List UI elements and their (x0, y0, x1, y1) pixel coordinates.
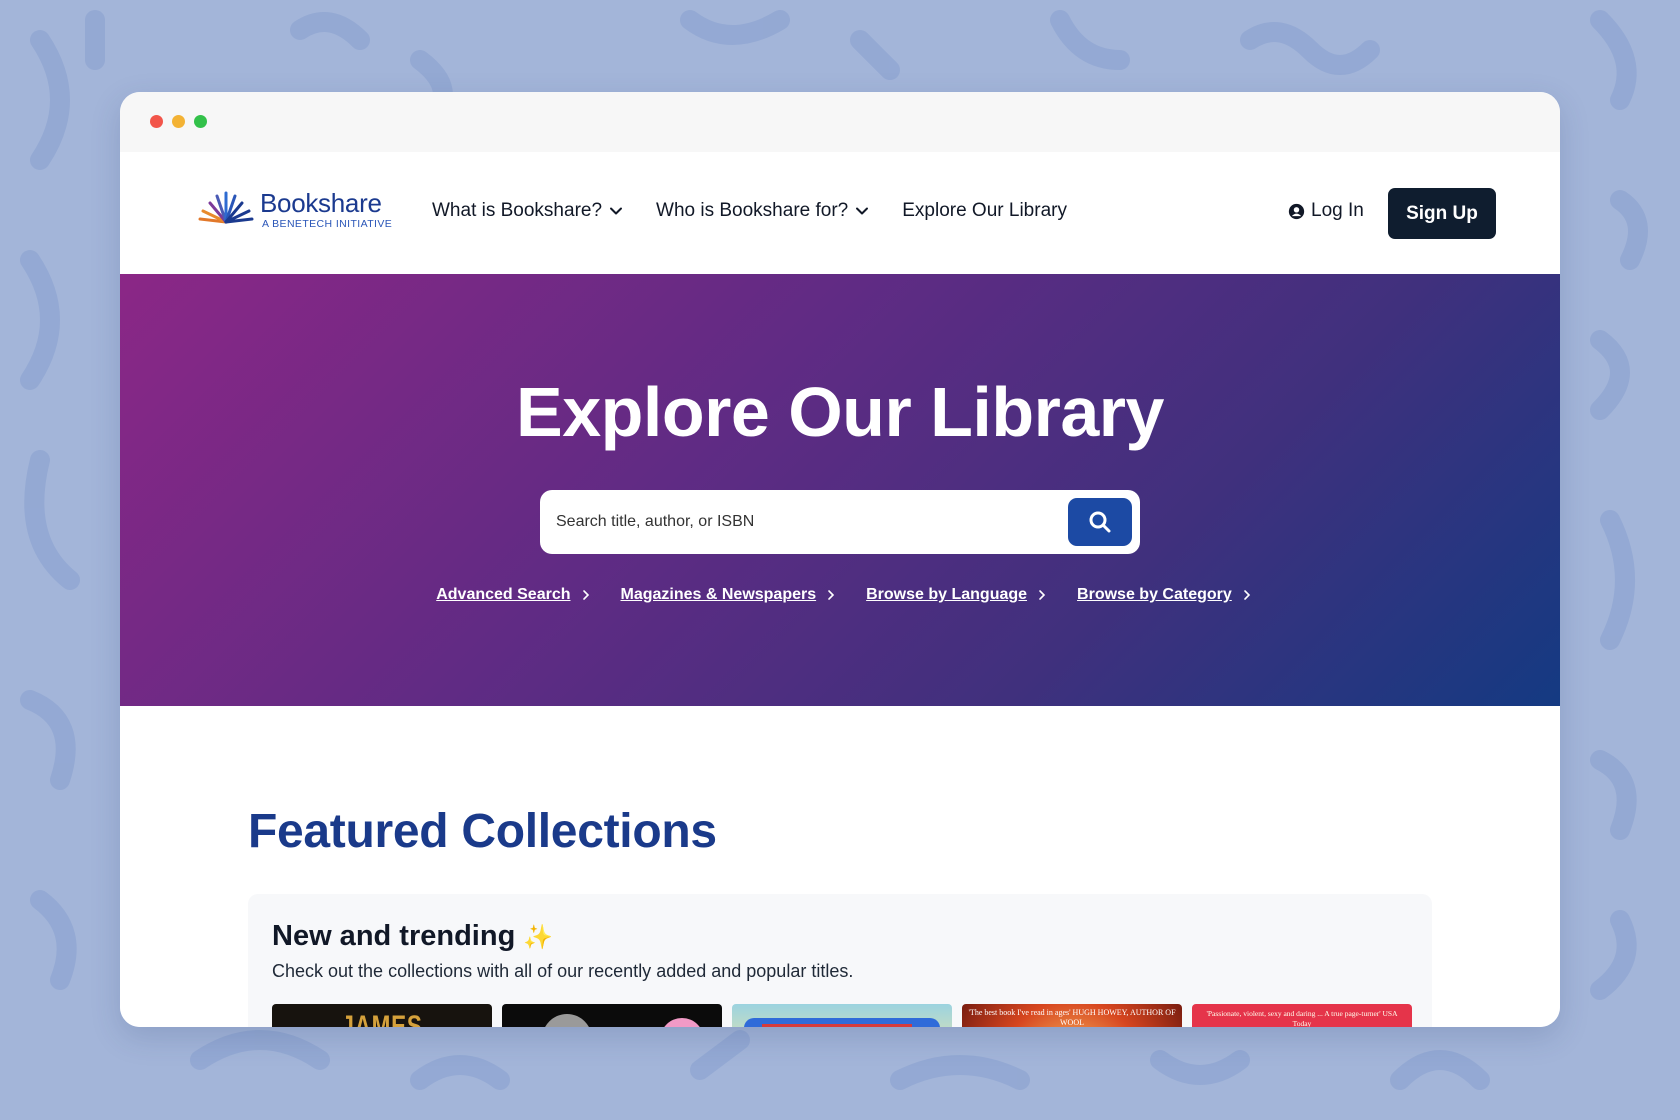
book-cover[interactable]: JAMES PATTERSON (272, 1004, 492, 1027)
main-navigation: What is Bookshare? Who is Bookshare for?… (432, 200, 1067, 222)
browse-by-language-link[interactable]: Browse by Language (866, 586, 1047, 604)
user-circle-icon (1288, 203, 1305, 219)
bookshare-logo[interactable]: Bookshare A BENETECH INITIATIVE (198, 190, 392, 230)
chevron-right-icon (1039, 590, 1046, 600)
cover-art (762, 1024, 912, 1027)
close-window-button[interactable] (150, 115, 163, 128)
advanced-search-link[interactable]: Advanced Search (436, 586, 590, 604)
collection-title: New and trending ✨ (272, 920, 553, 953)
book-cover-text: 'The best book I've read in ages' HUGH H… (968, 1008, 1176, 1027)
chevron-down-icon (856, 207, 869, 215)
browse-by-language-label: Browse by Language (866, 586, 1028, 603)
book-fan-icon (198, 191, 254, 224)
book-cover[interactable]: 'Passionate, violent, sexy and daring ..… (1192, 1004, 1412, 1027)
nav-who-is-bookshare-for-label: Who is Bookshare for? (656, 200, 849, 221)
login-label: Log In (1311, 200, 1364, 221)
featured-collections-section: Featured Collections New and trending ✨ … (120, 706, 1560, 1027)
collection-description: Check out the collections with all of ou… (272, 961, 854, 981)
cover-art (542, 1014, 592, 1027)
collection-card: New and trending ✨ Check out the collect… (248, 894, 1432, 1027)
collection-title-text: New and trending (272, 920, 516, 952)
magazines-newspapers-label: Magazines & Newspapers (620, 586, 817, 603)
maximize-window-button[interactable] (194, 115, 207, 128)
search-icon (1089, 511, 1111, 533)
signup-button[interactable]: Sign Up (1388, 188, 1496, 239)
sparkles-icon: ✨ (523, 924, 554, 951)
section-title: Featured Collections (248, 805, 717, 858)
site-header: Bookshare A BENETECH INITIATIVE What is … (120, 152, 1560, 274)
cover-art (660, 1018, 704, 1027)
search-bar (540, 490, 1140, 554)
brand-tagline: A BENETECH INITIATIVE (262, 218, 393, 230)
nav-who-is-bookshare-for[interactable]: Who is Bookshare for? (656, 200, 869, 222)
chevron-right-icon (1243, 590, 1250, 600)
browse-by-category-link[interactable]: Browse by Category (1077, 586, 1252, 604)
login-link[interactable]: Log In (1288, 200, 1364, 222)
window-controls (150, 115, 207, 128)
advanced-search-label: Advanced Search (436, 586, 571, 603)
book-cover-text: JAMES PATTERSON (341, 1010, 423, 1027)
book-cover[interactable]: 'The best book I've read in ages' HUGH H… (962, 1004, 1182, 1027)
browse-by-category-label: Browse by Category (1077, 586, 1232, 603)
browser-window: Bookshare A BENETECH INITIATIVE What is … (120, 92, 1560, 1027)
search-input[interactable] (540, 490, 1060, 554)
book-cover[interactable] (732, 1004, 952, 1027)
nav-explore-our-library[interactable]: Explore Our Library (902, 200, 1067, 222)
window-titlebar (120, 92, 1560, 152)
magazines-newspapers-link[interactable]: Magazines & Newspapers (621, 586, 837, 604)
hero-quick-links: Advanced Search Magazines & Newspapers B… (120, 586, 1560, 604)
book-cover[interactable] (502, 1004, 722, 1027)
nav-what-is-bookshare[interactable]: What is Bookshare? (432, 200, 623, 222)
hero-title: Explore Our Library (516, 373, 1164, 451)
nav-what-is-bookshare-label: What is Bookshare? (432, 200, 603, 221)
chevron-right-icon (582, 590, 589, 600)
chevron-down-icon (610, 207, 623, 215)
book-covers-row: JAMES PATTERSON 'The best book I've read… (272, 1004, 1412, 1027)
minimize-window-button[interactable] (172, 115, 185, 128)
book-cover-text: 'Passionate, violent, sexy and daring ..… (1206, 1009, 1398, 1027)
hero-section: Explore Our Library Advanced Search Maga… (120, 274, 1560, 706)
chevron-right-icon (828, 590, 835, 600)
brand-name: Bookshare (260, 188, 382, 218)
search-button[interactable] (1068, 498, 1132, 546)
nav-explore-our-library-label: Explore Our Library (902, 200, 1067, 221)
